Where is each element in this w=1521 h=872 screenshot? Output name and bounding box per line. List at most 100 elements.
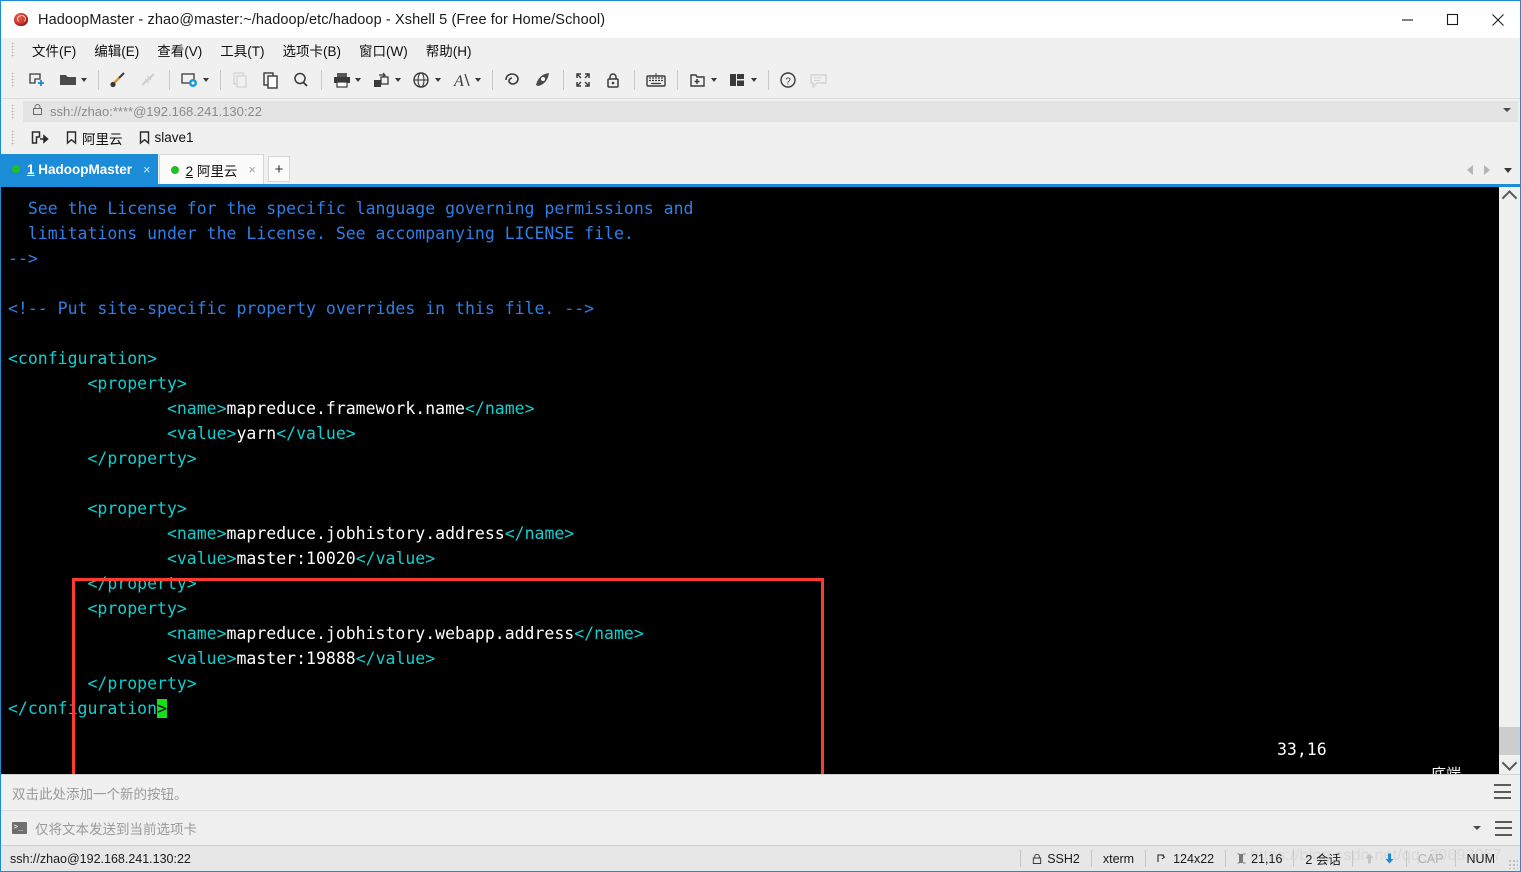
- file-transfer-icon[interactable]: [367, 65, 407, 95]
- minimize-button[interactable]: [1385, 1, 1430, 38]
- terminal-line: <configuration>: [8, 349, 158, 368]
- paste-icon[interactable]: [256, 65, 286, 95]
- menu-gripper[interactable]: [11, 42, 15, 58]
- connection-status-dot: [170, 165, 179, 174]
- chevron-left-icon[interactable]: [1461, 161, 1478, 179]
- keyboard-icon[interactable]: [640, 65, 672, 95]
- open-folder-icon[interactable]: [53, 65, 93, 95]
- menu-tools[interactable]: 工具(T): [211, 37, 273, 63]
- font-icon[interactable]: A: [447, 65, 487, 95]
- send-to-bar: 仅将文本发送到当前选项卡: [1, 810, 1520, 845]
- terminal-line: <property>: [8, 599, 187, 618]
- status-terminal-type: xterm: [1102, 851, 1135, 866]
- maximize-button[interactable]: [1430, 1, 1475, 38]
- toolbar-gripper[interactable]: [11, 72, 15, 88]
- bookmark-label: slave1: [154, 130, 194, 145]
- title-bar: HadoopMaster - zhao@master:~/hadoop/etc/…: [1, 1, 1520, 38]
- arrow-down-icon: [1385, 853, 1394, 864]
- menu-view[interactable]: 查看(V): [148, 37, 211, 63]
- fullscreen-icon[interactable]: [569, 65, 599, 95]
- web-browser-icon[interactable]: [407, 65, 447, 95]
- open-bookmark-icon[interactable]: [23, 126, 58, 150]
- resize-grip[interactable]: [1508, 859, 1518, 869]
- session-properties-icon[interactable]: [175, 65, 215, 95]
- scroll-thumb[interactable]: [1499, 727, 1520, 755]
- transfer-indicators: [1353, 846, 1406, 871]
- copy-window-icon[interactable]: [226, 65, 256, 95]
- quick-command-bar[interactable]: 双击此处添加一个新的按钮。: [1, 774, 1520, 810]
- tab-close-button[interactable]: ×: [143, 163, 151, 176]
- chevron-down-icon[interactable]: [1473, 826, 1481, 830]
- new-session-icon[interactable]: [23, 65, 53, 95]
- tab-label: 2 阿里云: [185, 163, 238, 179]
- bookmark-bar: 阿里云 slave1: [1, 124, 1520, 151]
- scroll-down-button[interactable]: [1499, 755, 1520, 774]
- lock-icon: [32, 103, 43, 121]
- window-title: HadoopMaster - zhao@master:~/hadoop/etc/…: [38, 11, 606, 28]
- tab-close-button[interactable]: ×: [248, 163, 256, 176]
- layout-icon[interactable]: [723, 65, 763, 95]
- tab-hadoopmaster[interactable]: 1 HadoopMaster ×: [1, 154, 158, 184]
- menu-window[interactable]: 窗口(W): [350, 37, 417, 63]
- scroll-track[interactable]: [1499, 206, 1520, 755]
- log-icon[interactable]: [498, 65, 528, 95]
- send-to-label: 仅将文本发送到当前选项卡: [35, 822, 197, 837]
- scroll-up-button[interactable]: [1499, 187, 1520, 206]
- new-tab-button[interactable]: +: [268, 156, 290, 182]
- terminal-line: <property>: [8, 499, 187, 518]
- address-bar: ssh://zhao:****@192.168.241.130:22: [1, 99, 1520, 124]
- close-button[interactable]: [1475, 1, 1520, 38]
- add-to-folder-icon[interactable]: [683, 65, 723, 95]
- vim-cursor-position: 33,16: [1277, 740, 1327, 759]
- hamburger-icon[interactable]: [1495, 820, 1512, 836]
- terminal-line: <value>yarn</value>: [8, 424, 356, 443]
- print-icon[interactable]: [327, 65, 367, 95]
- connection-status-dot: [12, 165, 20, 173]
- menu-tabs[interactable]: 选项卡(B): [274, 37, 351, 63]
- terminal-scrollbar[interactable]: [1498, 187, 1520, 774]
- menu-help[interactable]: 帮助(H): [417, 37, 481, 63]
- hamburger-icon[interactable]: [1494, 784, 1511, 799]
- arrow-up-icon: [1365, 853, 1374, 864]
- terminal-output[interactable]: See the License for the specific languag…: [1, 187, 1498, 774]
- window-controls: [1385, 1, 1520, 38]
- address-input[interactable]: ssh://zhao:****@192.168.241.130:22: [23, 101, 1518, 122]
- transfer-icon[interactable]: [104, 65, 134, 95]
- disconnect-icon[interactable]: [134, 65, 164, 95]
- terminal-line: <!-- Put site-specific property override…: [8, 299, 595, 318]
- lock-icon[interactable]: [599, 65, 629, 95]
- chevron-down-icon[interactable]: [1503, 108, 1511, 112]
- address-gripper[interactable]: [11, 103, 15, 120]
- terminal-line: <name>mapreduce.framework.name</name>: [8, 399, 535, 418]
- bookmark-label: 阿里云: [82, 131, 123, 147]
- terminal-line: </property>: [8, 674, 197, 693]
- bookmark-aliyun[interactable]: 阿里云: [58, 126, 131, 150]
- status-num-lock: NUM: [1466, 851, 1495, 866]
- status-sessions: 2 会话: [1305, 853, 1341, 867]
- trace-icon[interactable]: [528, 65, 558, 95]
- bookmark-slave1[interactable]: slave1: [131, 126, 202, 150]
- address-value: ssh://zhao:****@192.168.241.130:22: [50, 104, 262, 119]
- comment-icon[interactable]: [804, 65, 834, 95]
- help-icon[interactable]: ?: [774, 65, 804, 95]
- vim-scroll-state: 底端: [1431, 762, 1461, 774]
- terminal-line: <value>master:10020</value>: [8, 549, 436, 568]
- menu-edit[interactable]: 编辑(E): [85, 37, 148, 63]
- tab-aliyun[interactable]: 2 阿里云 ×: [158, 154, 264, 184]
- terminal-line: See the License for the specific languag…: [8, 199, 694, 218]
- chevron-right-icon[interactable]: [1478, 161, 1495, 179]
- terminal-icon: [12, 821, 27, 834]
- find-icon[interactable]: [286, 65, 316, 95]
- terminal-line: -->: [8, 249, 38, 268]
- menu-file[interactable]: 文件(F): [23, 37, 85, 63]
- terminal-line: </property>: [8, 574, 197, 593]
- bookmark-gripper[interactable]: [11, 129, 15, 146]
- toolbar: A ?: [1, 62, 1520, 99]
- chevron-down-icon[interactable]: [1504, 167, 1512, 173]
- session-tab-strip: 1 HadoopMaster × 2 阿里云 × +: [1, 151, 1520, 187]
- tab-navigation: [1461, 161, 1516, 179]
- bookmark-icon: [66, 130, 77, 145]
